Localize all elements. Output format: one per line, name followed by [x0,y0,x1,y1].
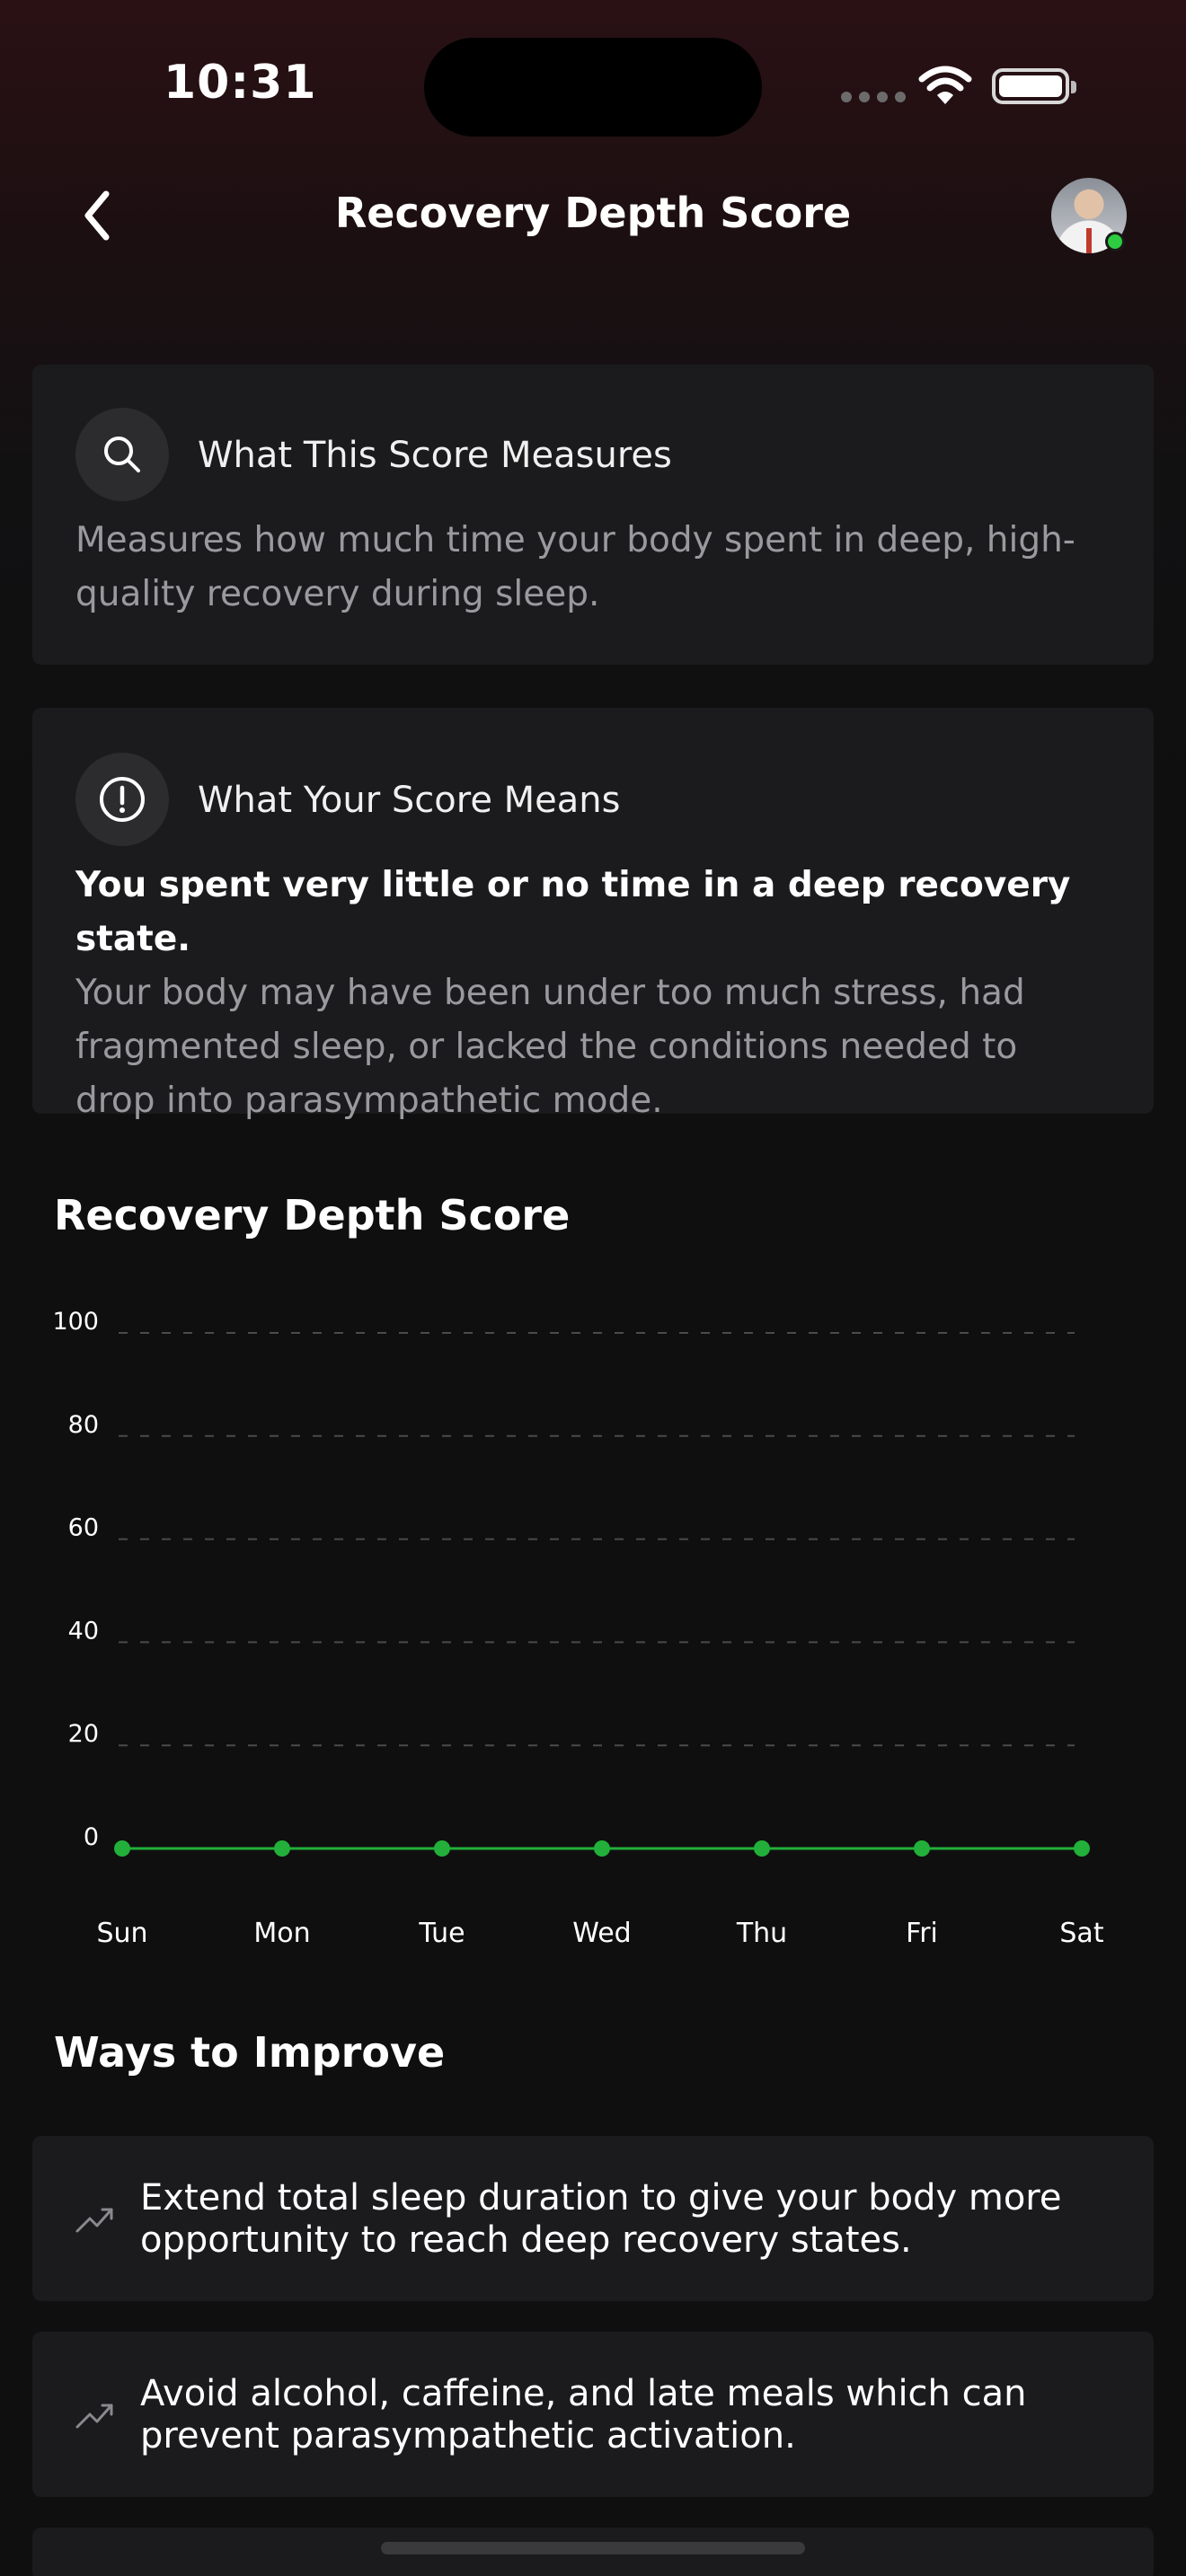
chart-title: Recovery Depth Score [54,1191,571,1239]
card-headline: You spent very little or no time in a de… [75,865,1071,959]
cellular-signal-icon [841,92,906,102]
page-title: Recovery Depth Score [334,189,852,237]
wifi-icon [918,66,972,104]
card-body: Measures how much time your body spent i… [75,520,1075,614]
data-point [1074,1840,1090,1857]
card-title: What This Score Measures [198,435,672,476]
dynamic-island [424,38,762,137]
screen: 10:31 Recovery Depth Score What This Sco… [0,0,1186,2576]
data-point [434,1840,450,1857]
search-icon-container [75,408,169,501]
card-body: You spent very little or no time in a de… [75,859,1100,1128]
data-point [914,1840,930,1857]
x-tick-label: Thu [736,1918,787,1949]
data-point [594,1840,610,1857]
alert-icon-container [75,753,169,846]
status-time: 10:31 [164,56,317,110]
home-indicator[interactable] [381,2542,805,2554]
y-tick-label: 0 [84,1823,99,1851]
alert-circle-icon [100,777,145,822]
x-tick-label: Wed [572,1918,631,1949]
tip-card: Avoid alcohol, caffeine, and late meals … [32,2332,1154,2497]
y-tick-label: 80 [68,1411,99,1439]
x-tick-label: Sun [96,1918,147,1949]
y-tick-label: 60 [68,1514,99,1542]
x-tick-label: Fri [906,1918,938,1949]
tip-card: Extend total sleep duration to give your… [32,2136,1154,2301]
score-measures-card: What This Score Measures Measures how mu… [32,365,1154,665]
y-tick-label: 100 [52,1308,99,1336]
y-tick-label: 40 [68,1617,99,1645]
x-tick-label: Tue [418,1918,465,1949]
trending-up-icon [75,2404,113,2429]
tip-text: Avoid alcohol, caffeine, and late meals … [140,2373,1027,2457]
section-heading: Ways to Improve [54,2028,446,2077]
card-title: What Your Score Means [198,780,621,821]
data-point [754,1840,770,1857]
y-tick-label: 20 [68,1720,99,1748]
x-tick-label: Mon [253,1918,310,1949]
trending-up-icon [75,2208,113,2233]
search-icon [104,437,140,472]
online-status-dot [1105,232,1125,251]
card-description: Your body may have been under too much s… [75,973,1025,1121]
score-means-card: What Your Score Means You spent very lit… [32,708,1154,1121]
x-tick-label: Sat [1059,1918,1103,1949]
tip-text: Extend total sleep duration to give your… [140,2177,1062,2261]
battery-icon [992,68,1076,104]
data-point [114,1840,130,1857]
recovery-depth-chart: 100 80 60 40 20 0 Sun Mon Tue Wed Thu Fri Sat [52,1308,1103,1949]
data-point [274,1840,290,1857]
